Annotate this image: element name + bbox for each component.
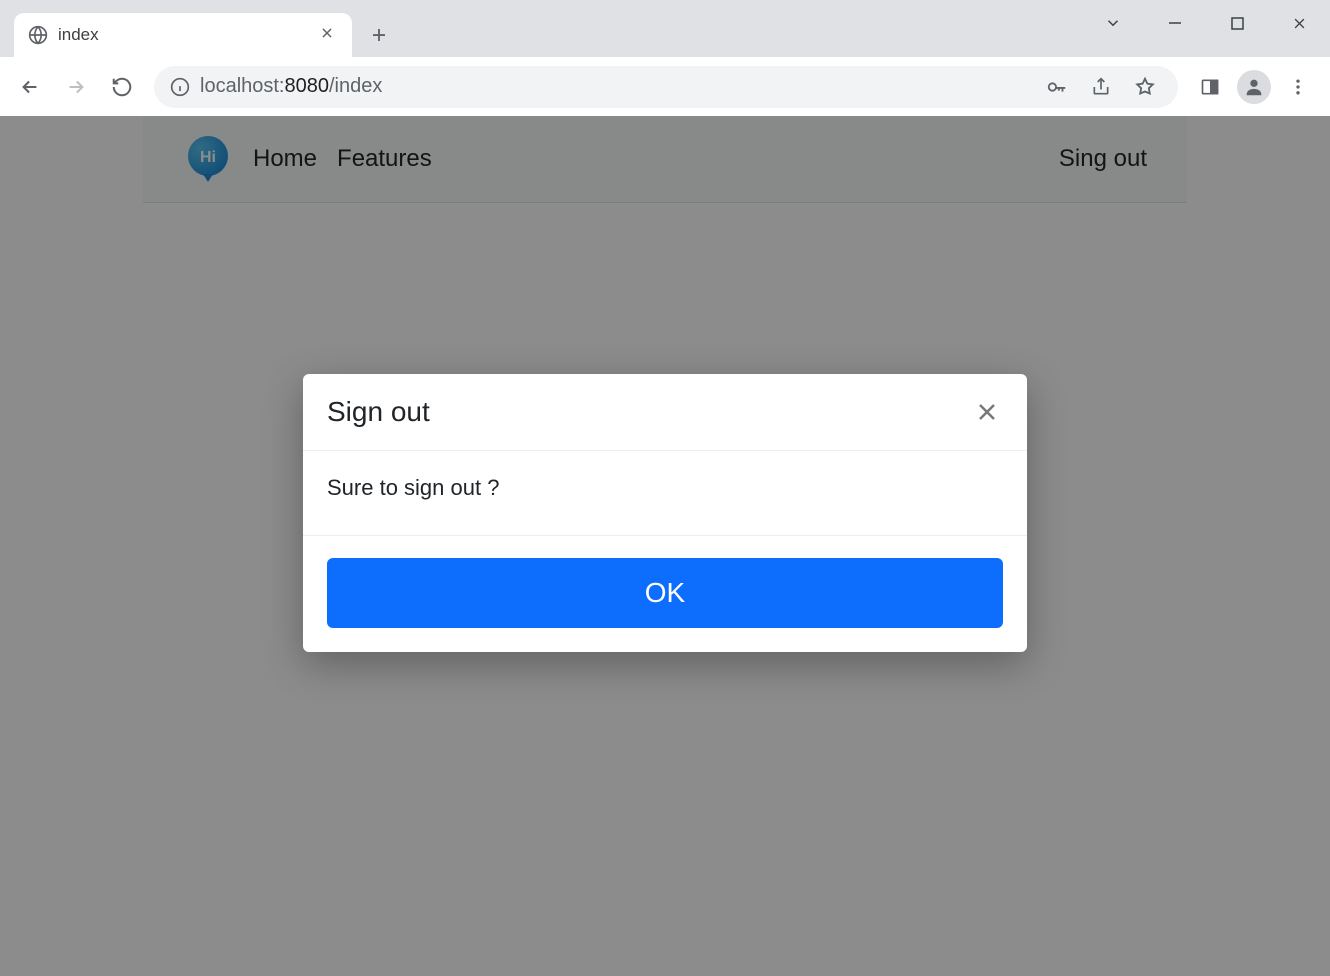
browser-tab[interactable]: index <box>14 13 352 57</box>
window-close-button[interactable] <box>1268 0 1330 46</box>
back-button[interactable] <box>10 67 50 107</box>
key-icon[interactable] <box>1040 76 1074 98</box>
signout-dialog: Sign out Sure to sign out ? OK <box>303 374 1027 652</box>
reload-button[interactable] <box>102 67 142 107</box>
page-viewport: Hi Home Features Sing out Sign out Sure … <box>0 116 1330 976</box>
dialog-footer: OK <box>303 536 1027 652</box>
tab-title: index <box>58 25 306 45</box>
avatar-icon <box>1237 70 1271 104</box>
dialog-title: Sign out <box>327 396 430 428</box>
dialog-body: Sure to sign out ? <box>303 451 1027 536</box>
browser-chrome: index <box>0 0 1330 116</box>
tab-close-icon[interactable] <box>316 21 338 49</box>
window-minimize-button[interactable] <box>1144 0 1206 46</box>
toolbar-right <box>1190 67 1320 107</box>
site-info-icon[interactable] <box>170 77 190 97</box>
chevron-down-icon[interactable] <box>1082 0 1144 46</box>
address-bar[interactable]: localhost:8080/index <box>154 66 1178 108</box>
modal-overlay[interactable]: Sign out Sure to sign out ? OK <box>0 116 1330 976</box>
profile-avatar[interactable] <box>1234 67 1274 107</box>
dialog-close-icon[interactable] <box>971 396 1003 428</box>
dialog-header: Sign out <box>303 374 1027 451</box>
window-maximize-button[interactable] <box>1206 0 1268 46</box>
browser-toolbar: localhost:8080/index <box>0 57 1330 116</box>
star-icon[interactable] <box>1128 76 1162 98</box>
window-controls <box>1082 0 1330 46</box>
side-panel-icon[interactable] <box>1190 67 1230 107</box>
globe-icon <box>28 25 48 45</box>
new-tab-button[interactable] <box>360 16 398 54</box>
more-menu-icon[interactable] <box>1278 67 1318 107</box>
url-text: localhost:8080/index <box>200 75 382 98</box>
tab-strip: index <box>0 0 1330 57</box>
forward-button[interactable] <box>56 67 96 107</box>
share-icon[interactable] <box>1084 77 1118 97</box>
ok-button[interactable]: OK <box>327 558 1003 628</box>
